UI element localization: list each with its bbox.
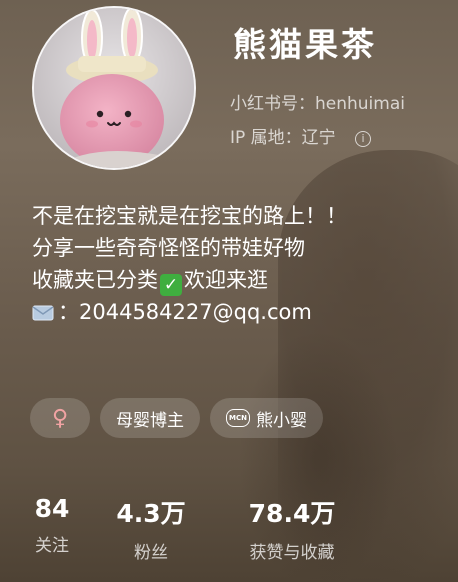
bio-line-3-text-a: 收藏夹已分类 <box>32 268 158 292</box>
following-count: 84 <box>34 494 70 523</box>
bunny-plush-image <box>34 8 194 168</box>
profile-screen: 熊猫果茶 小红书号：henhuimai IP 属地：辽宁 i 不是在挖宝就是在挖… <box>0 0 458 582</box>
followers-count: 4.3万 <box>116 499 186 528</box>
ip-location-row: IP 属地：辽宁 i <box>230 123 372 148</box>
mcn-icon: MCN <box>226 409 250 427</box>
bio-line-2: 分享一些奇奇怪怪的带娃好物 <box>32 236 305 260</box>
bio-line-1: 不是在挖宝就是在挖宝的路上！！ <box>32 204 347 228</box>
profile-name: 熊猫果茶 <box>233 25 377 64</box>
category-tag[interactable]: 母婴博主 <box>100 398 200 438</box>
stat-likes-collections[interactable]: 78.4万 获赞与收藏 <box>222 494 362 563</box>
bio-line-3-text-b: 欢迎来逛 <box>184 268 268 292</box>
avatar[interactable] <box>32 6 196 170</box>
bio-line-4: ：2044584227@qq.com <box>32 296 347 328</box>
female-icon: ♀ <box>51 405 69 431</box>
following-label: 关注 <box>35 536 69 556</box>
likes-label: 获赞与收藏 <box>249 543 335 563</box>
likes-count: 78.4万 <box>248 499 336 528</box>
mcn-name: 熊小婴 <box>256 410 307 431</box>
info-icon[interactable]: i <box>355 131 372 147</box>
check-mark-icon: ✓ <box>160 274 182 296</box>
profile-tags: ♀ 母婴博主 MCN 熊小婴 <box>30 398 323 438</box>
stat-following[interactable]: 84 关注 <box>30 494 74 556</box>
stat-followers[interactable]: 4.3万 粉丝 <box>106 494 196 563</box>
ip-location: IP 属地：辽宁 <box>230 128 336 148</box>
gender-tag: ♀ <box>30 398 90 438</box>
followers-label: 粉丝 <box>134 543 168 563</box>
envelope-icon <box>32 299 54 321</box>
mcn-tag[interactable]: MCN 熊小婴 <box>210 398 323 438</box>
bio: 不是在挖宝就是在挖宝的路上！！ 分享一些奇奇怪怪的带娃好物 收藏夹已分类 ✓ 欢迎来… <box>32 200 347 328</box>
email-text: ：2044584227@qq.com <box>58 300 312 324</box>
bio-line-3: 收藏夹已分类 ✓ 欢迎来逛 <box>32 264 347 296</box>
user-id[interactable]: 小红书号：henhuimai <box>230 89 405 114</box>
